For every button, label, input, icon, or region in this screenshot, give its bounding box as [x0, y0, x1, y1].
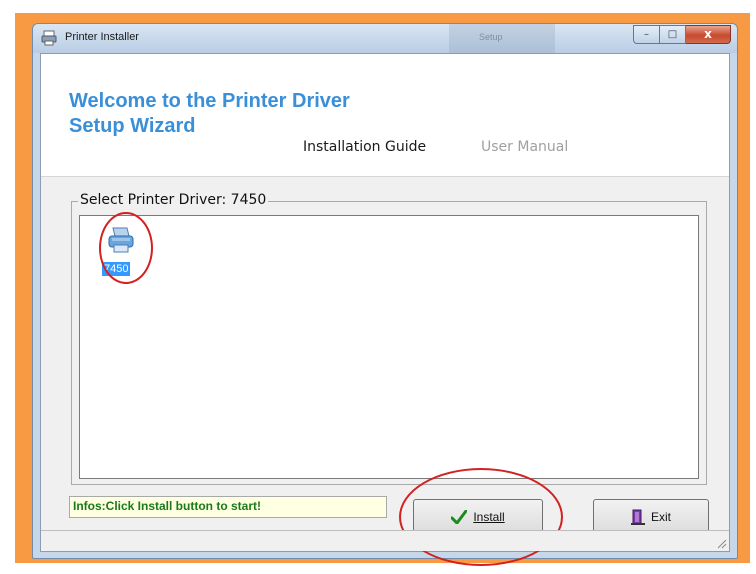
maximize-icon: □ — [667, 29, 678, 40]
client-area: Welcome to the Printer Driver Setup Wiza… — [40, 53, 730, 566]
maximize-button[interactable]: □ — [660, 25, 686, 44]
wizard-header: Welcome to the Printer Driver Setup Wiza… — [41, 54, 729, 177]
status-bar — [41, 530, 729, 551]
info-status-box: Infos:Click Install button to start! — [69, 496, 387, 518]
exit-button-label: Exit — [650, 510, 671, 524]
title-bar[interactable]: Printer Installer Setup – □ x — [33, 24, 737, 53]
user-manual-link[interactable]: User Manual — [481, 139, 568, 155]
exit-door-icon — [630, 509, 645, 525]
driver-group-label: Select Printer Driver: 7450 — [78, 192, 269, 208]
minimize-icon: – — [644, 29, 649, 40]
window-controls: – □ x — [633, 25, 731, 45]
background-taskbar-text: Setup — [479, 32, 503, 42]
driver-groupbox: Select Printer Driver: 7450 7450 — [71, 192, 707, 485]
background-taskbar-item: Setup — [449, 24, 555, 53]
installer-window: Printer Installer Setup – □ x Welcome to… — [32, 23, 738, 566]
driver-list[interactable]: 7450 — [79, 215, 699, 479]
wizard-title: Welcome to the Printer Driver Setup Wiza… — [69, 90, 350, 137]
close-icon: x — [704, 27, 712, 41]
resize-grip-icon[interactable] — [715, 537, 727, 549]
installation-guide-link[interactable]: Installation Guide — [303, 139, 426, 155]
annotation-circle-driver — [99, 212, 153, 284]
printer-app-icon — [41, 30, 57, 46]
annotation-circle-install — [399, 468, 563, 566]
close-button[interactable]: x — [686, 25, 731, 44]
window-title: Printer Installer — [65, 31, 139, 43]
minimize-button[interactable]: – — [633, 25, 660, 44]
